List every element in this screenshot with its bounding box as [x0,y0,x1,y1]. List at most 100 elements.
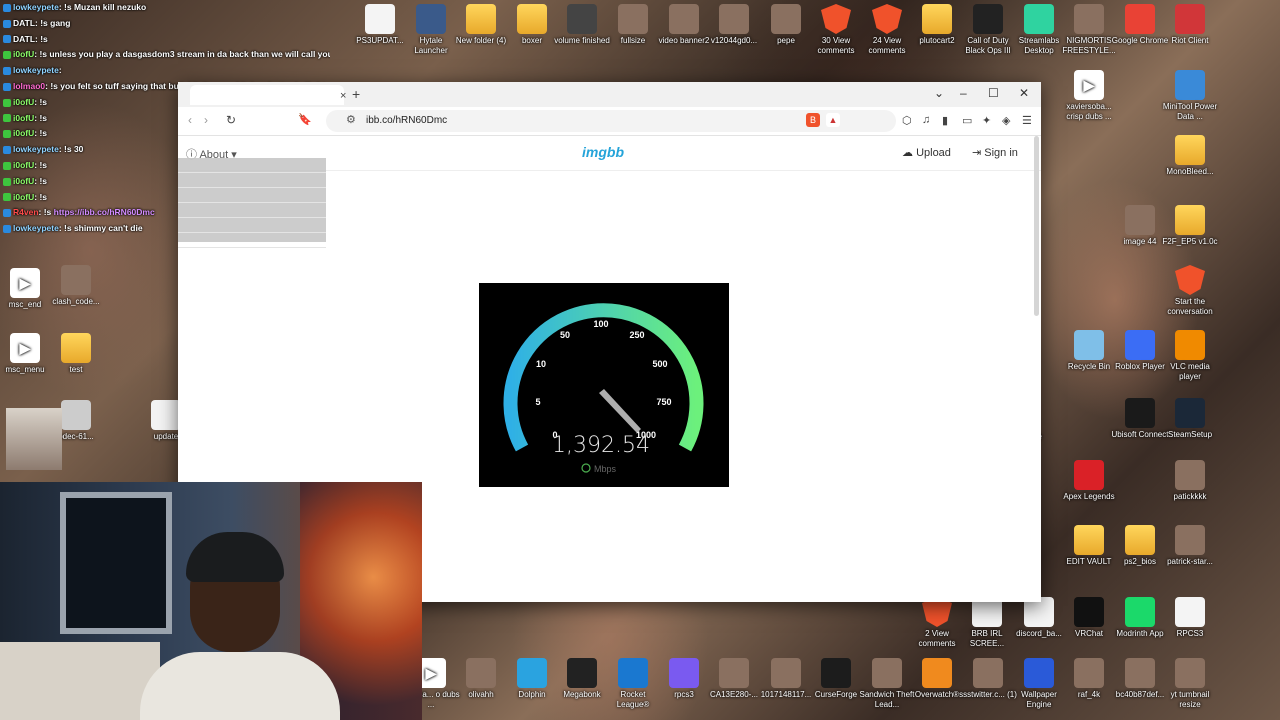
minitool-icon [1175,70,1205,100]
desktop-icon[interactable]: Megabonk [553,658,611,700]
chat-text: : !s [34,191,47,202]
wallet-icon[interactable]: ▭ [962,114,972,127]
desktop-icon[interactable]: RPCS3 [1161,597,1219,639]
chat-badge-icon [3,98,11,107]
page-scrollbar[interactable] [1034,136,1039,316]
folder-icon [1175,135,1205,165]
address-bar[interactable]: 🔖 ⚙ ibb.co/hRN60Dmc B ▲ [298,110,896,132]
desktop-icon[interactable]: SteamSetup [1161,398,1219,440]
overwatch-icon [922,658,952,688]
desktop-icon[interactable]: ▶ xaviersoba... crisp dubs ... [1060,70,1118,122]
maximize-button[interactable]: ☐ [988,86,999,100]
desktop-icon[interactable]: v12044gd0... [705,4,763,46]
desktop-icon[interactable]: volume finished [553,4,611,46]
image-icon [1125,205,1155,235]
leo-icon[interactable]: ✦ [982,114,991,127]
imgbb-logo[interactable]: imgbb [582,144,624,160]
desktop-icon[interactable]: BRB IRL SCREE... [958,597,1016,649]
desktop-icon[interactable]: Rocket League® [604,658,662,710]
close-tab-button[interactable]: × [340,90,346,102]
brave-shields-icon[interactable]: B [806,113,820,127]
extensions-icon[interactable]: ⬡ [902,114,912,127]
dropdown-item[interactable] [178,233,326,248]
desktop-icon[interactable]: CurseForge [807,658,865,700]
sidebar-icon[interactable]: ▮ [942,114,948,127]
tab-bar: × + ⌄ – ☐ ✕ [178,82,1041,107]
active-tab[interactable]: × [190,85,346,105]
speed-unit-icon [581,463,591,473]
dropdown-item[interactable] [178,173,326,188]
vpn-icon[interactable]: ◈ [1002,114,1010,127]
site-info-icon[interactable]: ⚙ [346,113,356,126]
desktop-icon[interactable]: fullsize [604,4,662,46]
menu-icon[interactable]: ☰ [1022,114,1032,127]
brave-rewards-icon[interactable]: ▲ [826,113,840,127]
desktop-icon[interactable]: Start the conversation [1161,265,1219,317]
desktop-icon[interactable]: Riot Client [1161,4,1219,46]
webcam-background-bed [0,642,160,720]
tab-search-button[interactable]: ⌄ [934,86,944,100]
desktop-icon[interactable]: VLC media player [1161,330,1219,382]
browser-toolbar: ‹ › ↻ 🔖 ⚙ ibb.co/hRN60Dmc B ▲ ⬡ ♫ ▮ ▭ ✦ … [178,107,1041,136]
gear-icon [61,400,91,430]
desktop-icon[interactable]: patickkkk [1161,460,1219,502]
chat-badge-icon [3,19,11,28]
desktop-icon[interactable]: New folder (4) [452,4,510,46]
reload-icon[interactable]: ↻ [226,113,236,127]
desktop-icon[interactable]: MonoBleed... [1161,135,1219,177]
desktop-icon[interactable]: ▶ msc_menu [0,333,54,375]
desktop-icon[interactable]: plutocart2 [908,4,966,46]
desktop-icon[interactable]: Apex Legends [1060,460,1118,502]
desktop-icon[interactable]: Overwatch® [908,658,966,700]
forward-icon[interactable]: › [204,113,208,127]
dropdown-item[interactable] [178,158,326,173]
streamlabs-icon [1024,4,1054,34]
desktop-icon[interactable]: raf_4k [1060,658,1118,700]
desktop-icon-label: Riot Client [1171,36,1209,45]
sign-in-button[interactable]: ⇥ Sign in [972,146,1018,159]
desktop-icon[interactable]: PS3UPDAT... [351,4,409,46]
dropdown-item[interactable] [178,203,326,218]
webcam-thumbnail [6,408,62,470]
desktop-icon[interactable]: ssstwitter.c... (1) [959,658,1017,700]
close-window-button[interactable]: ✕ [1019,86,1029,100]
desktop-icon[interactable]: 30 View comments [807,4,865,56]
image-icon [1074,4,1104,34]
desktop-icon[interactable]: bc40b87def... [1111,658,1169,700]
desktop-icon[interactable]: ▶ msc_end [0,268,54,310]
hosted-image-speedtest[interactable]: 0 5 10 50 100 250 500 750 1000 1,392.54 Mbps [479,283,729,487]
desktop-icon[interactable]: Call of Duty Black Ops III [959,4,1017,56]
new-tab-button[interactable]: + [352,86,360,102]
chat-username: lowkeypete [13,223,59,234]
minimize-button[interactable]: – [960,86,967,100]
desktop-icon[interactable]: MiniTool Power Data ... [1161,70,1219,122]
desktop-icon-label: Start the conversation [1167,297,1213,316]
folder-icon [517,4,547,34]
desktop-icon[interactable]: yt tumbnail resize [1161,658,1219,710]
steam-icon [1175,398,1205,428]
back-icon[interactable]: ‹ [188,113,192,127]
desktop-icon[interactable]: NIGMORTIS FREESTYLE... [1060,4,1118,56]
desktop-icon-label: clash_code... [52,297,100,306]
bookmark-icon[interactable]: 🔖 [298,113,312,126]
upload-button[interactable]: ☁ Upload [902,146,951,159]
media-icon[interactable]: ♫ [922,114,930,126]
gauge-arc [503,303,704,452]
desktop-icon[interactable]: Recycle Bin [1060,330,1118,372]
desktop-icon[interactable]: VRChat [1060,597,1118,639]
rpcs3-icon [669,658,699,688]
chat-link[interactable]: https://ibb.co/hRN60Dmc [54,207,155,217]
dolphin-icon [517,658,547,688]
desktop-icon[interactable]: clash_code... [47,265,105,307]
riot-icon [1175,4,1205,34]
desktop-icon[interactable]: F2F_EP5 v1.0c [1161,205,1219,247]
dropdown-item[interactable] [178,188,326,203]
image-icon [1175,460,1205,490]
desktop-icon[interactable]: patrick-star... [1161,525,1219,567]
desktop-icon[interactable]: olivahh [452,658,510,700]
dropdown-item[interactable] [178,218,326,233]
desktop-icon[interactable]: EDIT VAULT [1060,525,1118,567]
desktop-icon[interactable]: CA13E280-... [705,658,763,700]
desktop-icon[interactable]: test [47,333,105,375]
url-text[interactable]: ibb.co/hRN60Dmc [366,115,447,126]
